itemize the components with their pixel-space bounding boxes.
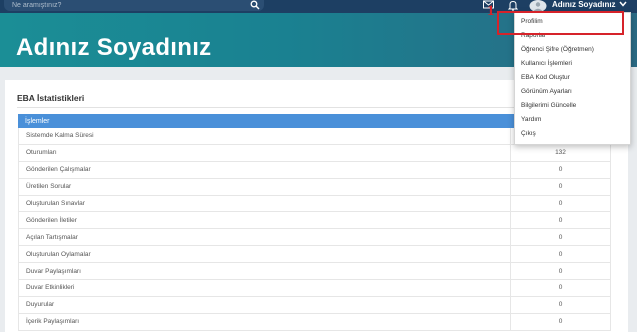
- table-row: Duyurular 0: [18, 296, 611, 314]
- row-value: 0: [510, 195, 610, 212]
- row-label: Gönderilen Çalışmalar: [26, 166, 91, 174]
- column-header-operations: İşlemler: [25, 117, 50, 125]
- search-icon[interactable]: [250, 0, 260, 10]
- row-value: 0: [510, 161, 610, 178]
- row-label: Açılan Tartışmalar: [26, 233, 78, 241]
- menu-item-update-info[interactable]: Bilgilerimi Güncelle: [521, 102, 576, 109]
- row-label: Üretilen Sorular: [26, 183, 72, 191]
- row-value: 0: [510, 212, 610, 229]
- row-value: 0: [510, 246, 610, 263]
- menu-item-eba-code[interactable]: EBA Kod Oluştur: [521, 74, 570, 81]
- table-row: İçerik Paylaşımları 0: [18, 313, 611, 331]
- table-row: Duvar Etkinlikleri 0: [18, 280, 611, 297]
- search-input[interactable]: [12, 0, 232, 11]
- menu-item-logout[interactable]: Çıkış: [521, 130, 536, 137]
- table-row: Oluşturulan Oylamalar 0: [18, 246, 611, 264]
- statistics-title: EBA İstatistikleri: [17, 93, 85, 103]
- search-box: [4, 0, 264, 11]
- annotation-highlight-box: [497, 11, 624, 35]
- row-value: 0: [510, 296, 610, 313]
- row-label: İçerik Paylaşımları: [26, 318, 80, 326]
- row-value: 0: [510, 313, 610, 330]
- row-value: 0: [510, 263, 610, 280]
- row-label: Oturumları: [26, 149, 57, 157]
- row-label: Sistemde Kalma Süresi: [26, 132, 94, 140]
- bell-icon[interactable]: [508, 0, 518, 11]
- user-name-label[interactable]: Adınız Soyadınız: [552, 0, 616, 9]
- table-row: Duvar Paylaşımları 0: [18, 263, 611, 281]
- menu-item-help[interactable]: Yardım: [521, 116, 541, 123]
- row-label: Duvar Paylaşımları: [26, 267, 81, 275]
- chevron-down-icon[interactable]: [619, 1, 627, 7]
- row-value: 0: [510, 229, 610, 246]
- row-label: Duyurular: [26, 301, 55, 309]
- statistics-table: İşlemler Sistemde Kalma Süresi Oturumlar…: [18, 114, 611, 331]
- row-label: Gönderilen İletiler: [26, 216, 77, 224]
- table-row: Üretilen Sorular 0: [18, 178, 611, 196]
- menu-item-user-operations[interactable]: Kullanıcı İşlemleri: [521, 60, 572, 67]
- table-row: Oluşturulan Sınavlar 0: [18, 195, 611, 213]
- table-row: Gönderilen Çalışmalar 0: [18, 161, 611, 179]
- table-row: Açılan Tartışmalar 0: [18, 229, 611, 247]
- menu-item-appearance-settings[interactable]: Görünüm Ayarları: [521, 88, 572, 95]
- annotation-number: 1: [487, 3, 495, 19]
- row-value: 0: [510, 178, 610, 195]
- row-label: Oluşturulan Sınavlar: [26, 200, 85, 207]
- row-value: 0: [510, 280, 610, 296]
- row-value: 132: [510, 144, 610, 161]
- table-row: Gönderilen İletiler 0: [18, 212, 611, 230]
- table-row: Oturumları 132: [18, 144, 611, 162]
- page-title: Adınız Soyadınız: [16, 34, 212, 61]
- row-label: Duvar Etkinlikleri: [26, 284, 75, 292]
- menu-item-student-password[interactable]: Öğrenci Şifre (Öğretmen): [521, 46, 594, 53]
- row-label: Oluşturulan Oylamalar: [26, 250, 91, 258]
